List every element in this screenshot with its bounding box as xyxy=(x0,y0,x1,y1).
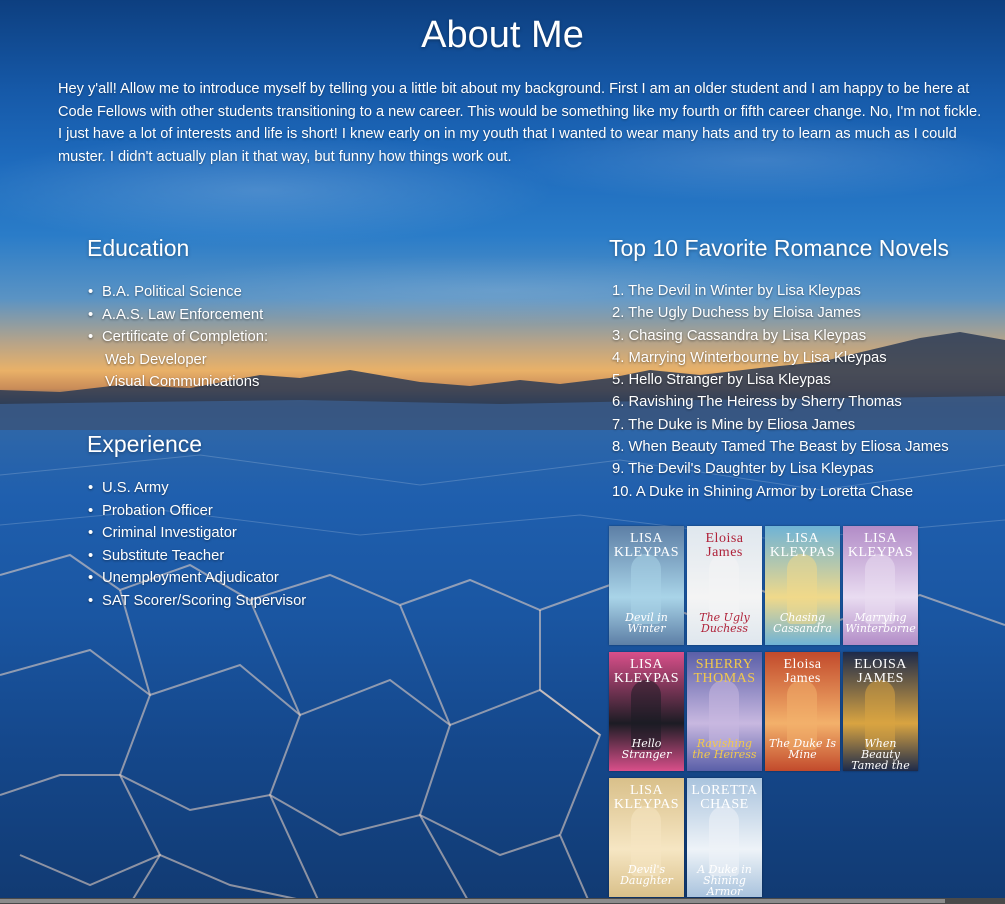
list-item: 4. Marrying Winterbourne by Lisa Kleypas xyxy=(612,349,887,366)
cover-title: Devil's Daughter xyxy=(620,863,673,887)
list-item: 6. Ravishing The Heiress by Sherry Thoma… xyxy=(612,394,902,411)
book-cover: LISA KLEYPAS Hello Stranger xyxy=(609,652,684,771)
scrollbar-thumb[interactable] xyxy=(0,899,945,903)
list-item: 9. The Devil's Daughter by Lisa Kleypas xyxy=(612,461,874,478)
list-sub-item: Web Developer xyxy=(105,351,207,368)
experience-heading: Experience xyxy=(87,431,203,457)
list-item: • B.A. Political Science xyxy=(88,281,268,304)
experience-list: • U.S. Army • Probation Officer • Criminal … xyxy=(88,477,306,613)
cover-author: LISA KLEYPAS xyxy=(613,657,680,686)
book-cover: LISA KLEYPAS Devil's Daughter xyxy=(609,778,684,897)
bullet-icon: • xyxy=(88,592,94,609)
cover-title: Ravishing the Heiress xyxy=(692,737,757,761)
book-cover: Eloisa James The Duke Is Mine xyxy=(765,652,840,771)
cover-title: The Ugly Duchess xyxy=(699,611,750,635)
list-item: • Unemployment Adjudicator xyxy=(88,567,306,590)
book-cover: LISA KLEYPAS Chasing Cassandra xyxy=(765,526,840,645)
cover-author: SHERRY THOMAS xyxy=(693,657,756,686)
list-item: 5. Hello Stranger by Lisa Kleypas xyxy=(612,372,831,389)
cover-author: LISA KLEYPAS xyxy=(613,531,680,560)
bullet-icon: • xyxy=(88,570,94,587)
novels-heading: Top 10 Favorite Romance Novels xyxy=(609,235,950,261)
list-item: 1. The Devil in Winter by Lisa Kleypas xyxy=(612,283,861,299)
bullet-icon: • xyxy=(88,329,94,346)
education-list: • B.A. Political Science • A.A.S. Law Enfo… xyxy=(88,281,268,394)
bullet-icon: • xyxy=(88,284,94,300)
bullet-icon: • xyxy=(88,480,94,496)
list-item: • Probation Officer xyxy=(88,500,306,523)
list-item: • SAT Scorer/Scoring Supervisor xyxy=(88,590,306,613)
bullet-icon: • xyxy=(88,525,94,542)
list-item: 2. The Ugly Duchess by Eloisa James xyxy=(612,305,861,322)
list-item: • Criminal Investigator xyxy=(88,522,306,545)
cover-author: LISA KLEYPAS xyxy=(769,531,836,560)
list-sub-item: Visual Communications xyxy=(105,374,260,391)
cover-title: Chasing Cassandra xyxy=(773,611,832,635)
page-title: About Me xyxy=(421,14,584,56)
book-cover: SHERRY THOMAS Ravishing the Heiress xyxy=(687,652,762,771)
book-cover: LORETTA CHASE A Duke in Shining Armor xyxy=(687,778,762,897)
bullet-icon: • xyxy=(88,547,94,564)
book-cover: ELOISA JAMES When Beauty Tamed the Beast xyxy=(843,652,918,771)
cover-author: Eloisa James xyxy=(783,657,822,686)
book-cover-grid: LISA KLEYPAS Devil in Winter Eloisa James T… xyxy=(609,526,929,898)
list-item: 3. Chasing Cassandra by Lisa Kleypas xyxy=(612,327,867,344)
book-cover: Eloisa James The Ugly Duchess xyxy=(687,526,762,645)
cover-title: A Duke in Shining Armor xyxy=(697,863,752,897)
novels-list: 1. The Devil in Winter by Lisa Kleypas 2… xyxy=(612,280,949,503)
cover-author: ELOISA JAMES xyxy=(854,657,907,686)
cover-author: LISA KLEYPAS xyxy=(613,783,680,812)
list-item: • Certificate of Completion: xyxy=(88,326,268,349)
intro-paragraph: Hey y'all! Allow me to introduce myself … xyxy=(58,81,982,165)
cover-title: Marrying Winterborne xyxy=(845,611,916,635)
cover-author: LISA KLEYPAS xyxy=(847,531,914,560)
cover-title: Hello Stranger xyxy=(621,737,672,761)
bullet-icon: • xyxy=(88,502,94,519)
book-cover: LISA KLEYPAS Marrying Winterborne xyxy=(843,526,918,645)
education-heading: Education xyxy=(87,235,190,261)
list-item: 7. The Duke is Mine by Eliosa James xyxy=(612,416,856,433)
cover-author: Eloisa James xyxy=(705,531,744,560)
list-item: • U.S. Army xyxy=(88,477,306,500)
bullet-icon: • xyxy=(88,306,94,323)
list-item: • A.A.S. Law Enforcement xyxy=(88,304,268,327)
cover-author: LORETTA CHASE xyxy=(691,783,758,812)
cover-title: Devil in Winter xyxy=(625,611,668,635)
book-cover: LISA KLEYPAS Devil in Winter xyxy=(609,526,684,645)
cover-title: The Duke Is Mine xyxy=(769,737,836,761)
list-item: • Substitute Teacher xyxy=(88,545,306,568)
list-item: 8. When Beauty Tamed The Beast by Eliosa… xyxy=(612,439,949,456)
list-item: 10. A Duke in Shining Armor by Loretta C… xyxy=(612,483,914,500)
horizontal-scrollbar[interactable] xyxy=(0,898,1005,904)
cover-title: When Beauty Tamed the Beast xyxy=(851,737,910,771)
